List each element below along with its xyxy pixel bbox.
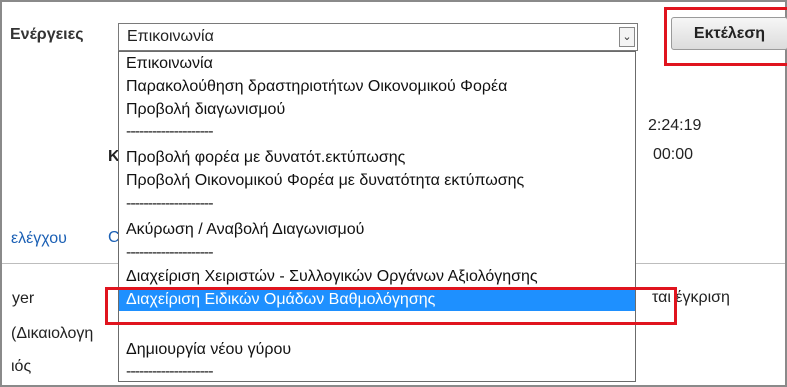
option-cancel-postpone-tender[interactable]: Ακύρωση / Αναβολή Διαγωνισμού <box>119 219 635 241</box>
option-blank[interactable] <box>119 313 635 335</box>
option-monitor-economic-operator[interactable]: Παρακολούθηση δραστηριοτήτων Οικονομικού… <box>119 76 635 98</box>
chevron-down-icon[interactable]: ⌄ <box>619 27 635 47</box>
actions-label: Ενέργειες <box>10 26 84 43</box>
option-manage-scoring-groups[interactable]: Διαχείριση Ειδικών Ομάδων Βαθμολόγησης <box>119 289 635 311</box>
option-separator[interactable]: -------------------- <box>119 121 635 143</box>
option-create-new-round[interactable]: Δημιουργία νέου γύρου <box>119 339 635 361</box>
actions-select-value: Επικοινωνία <box>127 28 214 45</box>
option-separator[interactable]: -------------------- <box>119 242 635 264</box>
actions-dropdown-list[interactable]: Επικοινωνία Παρακολούθηση δραστηριοτήτων… <box>118 51 636 382</box>
window-frame-left <box>0 0 2 387</box>
option-view-tender[interactable]: Προβολή διαγωνισμού <box>119 99 635 121</box>
background-text-yer: yer <box>12 290 35 307</box>
option-communication[interactable]: Επικοινωνία <box>119 53 635 75</box>
option-manage-operators-committees[interactable]: Διαχείριση Χειριστών - Συλλογικών Οργάνω… <box>119 266 635 288</box>
window-frame-top <box>0 0 787 2</box>
option-view-economic-operator-printable[interactable]: Προβολή Οικονομικού Φορέα με δυνατότητα … <box>119 170 635 192</box>
background-text-documents: (Δικαιολογη <box>11 325 94 342</box>
timestamp-start: 2:24:19 <box>648 117 702 134</box>
option-view-body-printable[interactable]: Προβολή φορέα με δυνατότ.εκτύπωσης <box>119 147 635 169</box>
tab-link-controls[interactable]: ελέγχου <box>11 230 67 248</box>
run-button[interactable]: Εκτέλεση <box>671 17 787 50</box>
option-separator[interactable]: -------------------- <box>119 193 635 215</box>
timestamp-end: 00:00 <box>653 146 694 163</box>
option-separator[interactable]: -------------------- <box>119 361 635 381</box>
actions-select[interactable]: Επικοινωνία ⌄ <box>118 23 638 51</box>
background-text-approval: ται έγκριση <box>652 289 730 306</box>
background-text-ios: ιός <box>11 358 32 375</box>
